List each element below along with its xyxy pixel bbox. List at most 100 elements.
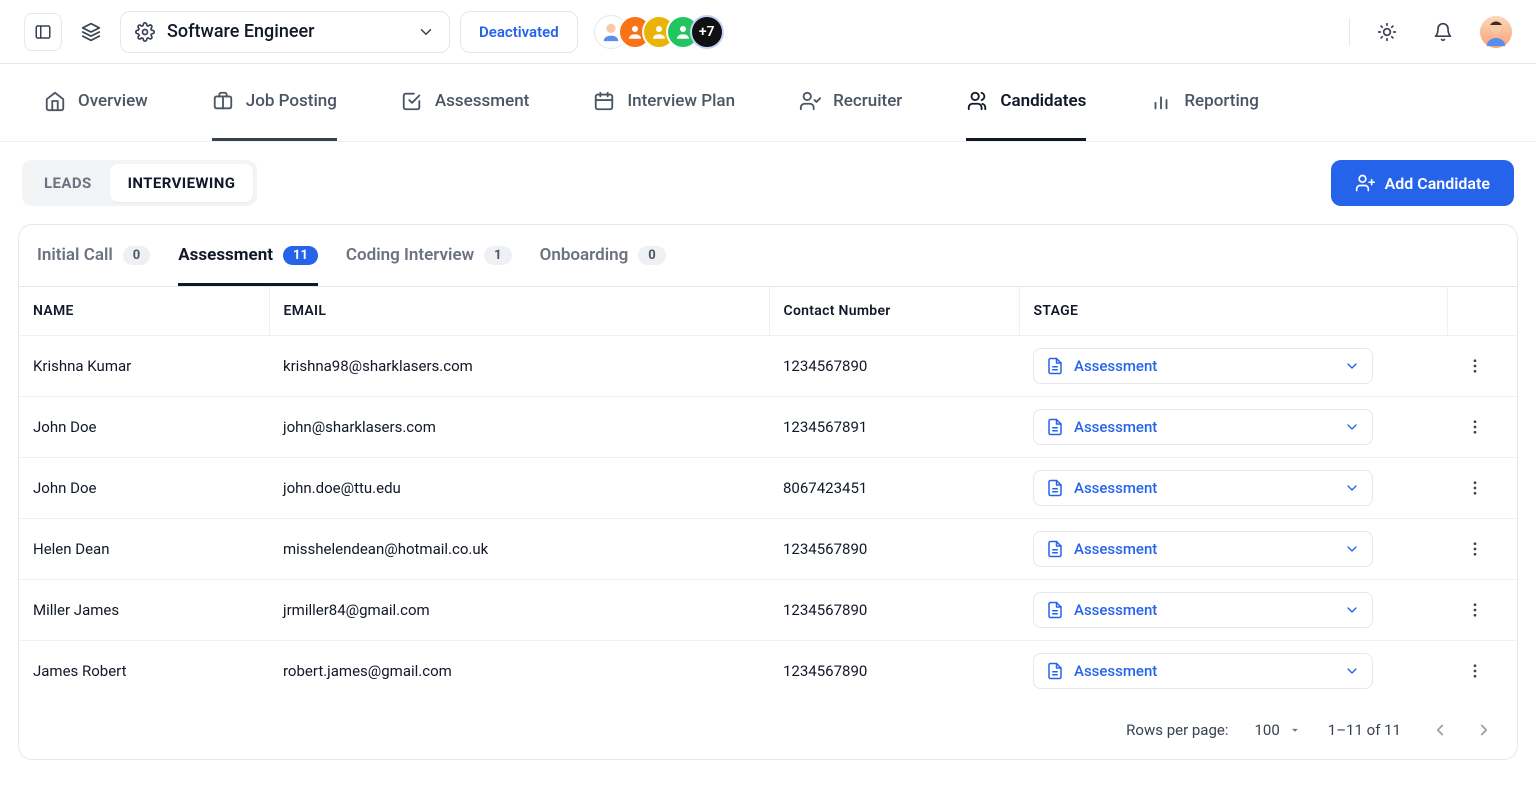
stage-value: Assessment [1074,357,1157,375]
stage-select[interactable]: Assessment [1033,409,1373,445]
stage-value: Assessment [1074,418,1157,436]
row-actions-button[interactable] [1461,535,1489,563]
table-row: John Doe john.doe@ttu.edu 8067423451 Ass… [19,458,1517,519]
cell-email: robert.james@gmail.com [269,641,769,702]
briefcase-icon [212,90,234,112]
job-selector[interactable]: Software Engineer [120,11,450,53]
stage-tab-count: 0 [123,246,150,265]
prev-page-button[interactable] [1427,717,1453,743]
tab-assessment[interactable]: Assessment [401,64,529,141]
tab-label: Candidates [1000,91,1086,111]
stage-tabs: Initial Call 0 Assessment 11 Coding Inte… [19,225,1517,287]
row-actions-button[interactable] [1461,352,1489,380]
chevron-down-icon [1344,358,1360,374]
main-tabs: Overview Job Posting Assessment Intervie… [0,64,1536,142]
stage-select[interactable]: Assessment [1033,592,1373,628]
tab-recruiter[interactable]: Recruiter [799,64,902,141]
toggle-sidebar-button[interactable] [24,13,62,51]
theme-toggle-button[interactable] [1368,13,1406,51]
candidates-panel: Initial Call 0 Assessment 11 Coding Inte… [18,224,1518,760]
cell-email: john@sharklasers.com [269,397,769,458]
table-row: Miller James jrmiller84@gmail.com 123456… [19,580,1517,641]
document-icon [1046,662,1064,680]
stage-value: Assessment [1074,601,1157,619]
segment-interviewing[interactable]: INTERVIEWING [110,164,254,202]
layers-icon[interactable] [72,13,110,51]
tab-label: Reporting [1184,91,1259,111]
bar-chart-icon [1150,90,1172,112]
cell-contact: 1234567890 [769,580,1019,641]
profile-avatar[interactable] [1480,16,1512,48]
calendar-icon [593,90,615,112]
row-actions-button[interactable] [1461,474,1489,502]
status-label: Deactivated [479,23,559,41]
cell-name: John Doe [19,397,269,458]
cell-contact: 1234567890 [769,641,1019,702]
chevron-down-icon [1344,602,1360,618]
add-candidate-button[interactable]: Add Candidate [1331,160,1514,206]
stage-tab-label: Coding Interview [346,245,474,265]
stage-select[interactable]: Assessment [1033,470,1373,506]
stage-select[interactable]: Assessment [1033,531,1373,567]
col-contact: Contact Number [769,287,1019,336]
job-title: Software Engineer [167,21,405,42]
cell-email: misshelendean@hotmail.co.uk [269,519,769,580]
pagination: Rows per page: 100 1–11 of 11 [19,701,1517,759]
collaborator-avatars[interactable]: +7 [594,15,724,49]
row-actions-button[interactable] [1461,413,1489,441]
stage-select[interactable]: Assessment [1033,653,1373,689]
row-actions-button[interactable] [1461,657,1489,685]
add-candidate-label: Add Candidate [1385,174,1490,193]
notifications-button[interactable] [1424,13,1462,51]
cell-name: Miller James [19,580,269,641]
document-icon [1046,479,1064,497]
cell-contact: 8067423451 [769,458,1019,519]
stage-select[interactable]: Assessment [1033,348,1373,384]
avatar-more: +7 [690,15,724,49]
stage-tab-initial-call[interactable]: Initial Call 0 [37,245,150,286]
chevron-down-icon [1344,541,1360,557]
gear-icon [135,22,155,42]
rows-per-page-select[interactable]: 100 [1254,721,1301,739]
tab-interview-plan[interactable]: Interview Plan [593,64,735,141]
stage-value: Assessment [1074,479,1157,497]
document-icon [1046,540,1064,558]
table-row: James Robert robert.james@gmail.com 1234… [19,641,1517,702]
cell-name: John Doe [19,458,269,519]
stage-tab-coding-interview[interactable]: Coding Interview 1 [346,245,512,286]
stage-tab-label: Initial Call [37,245,113,265]
row-actions-button[interactable] [1461,596,1489,624]
status-pill[interactable]: Deactivated [460,11,578,53]
top-bar: Software Engineer Deactivated +7 [0,0,1536,64]
document-icon [1046,357,1064,375]
home-icon [44,90,66,112]
tab-reporting[interactable]: Reporting [1150,64,1259,141]
leads-interviewing-toggle: LEADS INTERVIEWING [22,160,257,206]
stage-tab-assessment[interactable]: Assessment 11 [178,245,318,286]
cell-name: Helen Dean [19,519,269,580]
cell-contact: 1234567890 [769,519,1019,580]
chevron-down-icon [1344,480,1360,496]
table-row: Krishna Kumar krishna98@sharklasers.com … [19,336,1517,397]
check-square-icon [401,90,423,112]
chevron-down-icon [417,23,435,41]
cell-email: john.doe@ttu.edu [269,458,769,519]
stage-tab-onboarding[interactable]: Onboarding 0 [540,245,666,286]
tab-overview[interactable]: Overview [44,64,148,141]
cell-email: jrmiller84@gmail.com [269,580,769,641]
rows-per-page-value: 100 [1254,721,1279,739]
next-page-button[interactable] [1471,717,1497,743]
topbar-right [1349,13,1512,51]
document-icon [1046,601,1064,619]
table-row: Helen Dean misshelendean@hotmail.co.uk 1… [19,519,1517,580]
tab-label: Job Posting [246,91,337,111]
tab-job-posting[interactable]: Job Posting [212,64,337,141]
pagination-range: 1–11 of 11 [1328,721,1401,739]
tab-label: Interview Plan [627,91,735,111]
table-row: John Doe john@sharklasers.com 1234567891… [19,397,1517,458]
tab-candidates[interactable]: Candidates [966,64,1086,141]
cell-name: Krishna Kumar [19,336,269,397]
stage-tab-count: 0 [638,246,665,265]
segment-leads[interactable]: LEADS [26,164,110,202]
cell-contact: 1234567890 [769,336,1019,397]
